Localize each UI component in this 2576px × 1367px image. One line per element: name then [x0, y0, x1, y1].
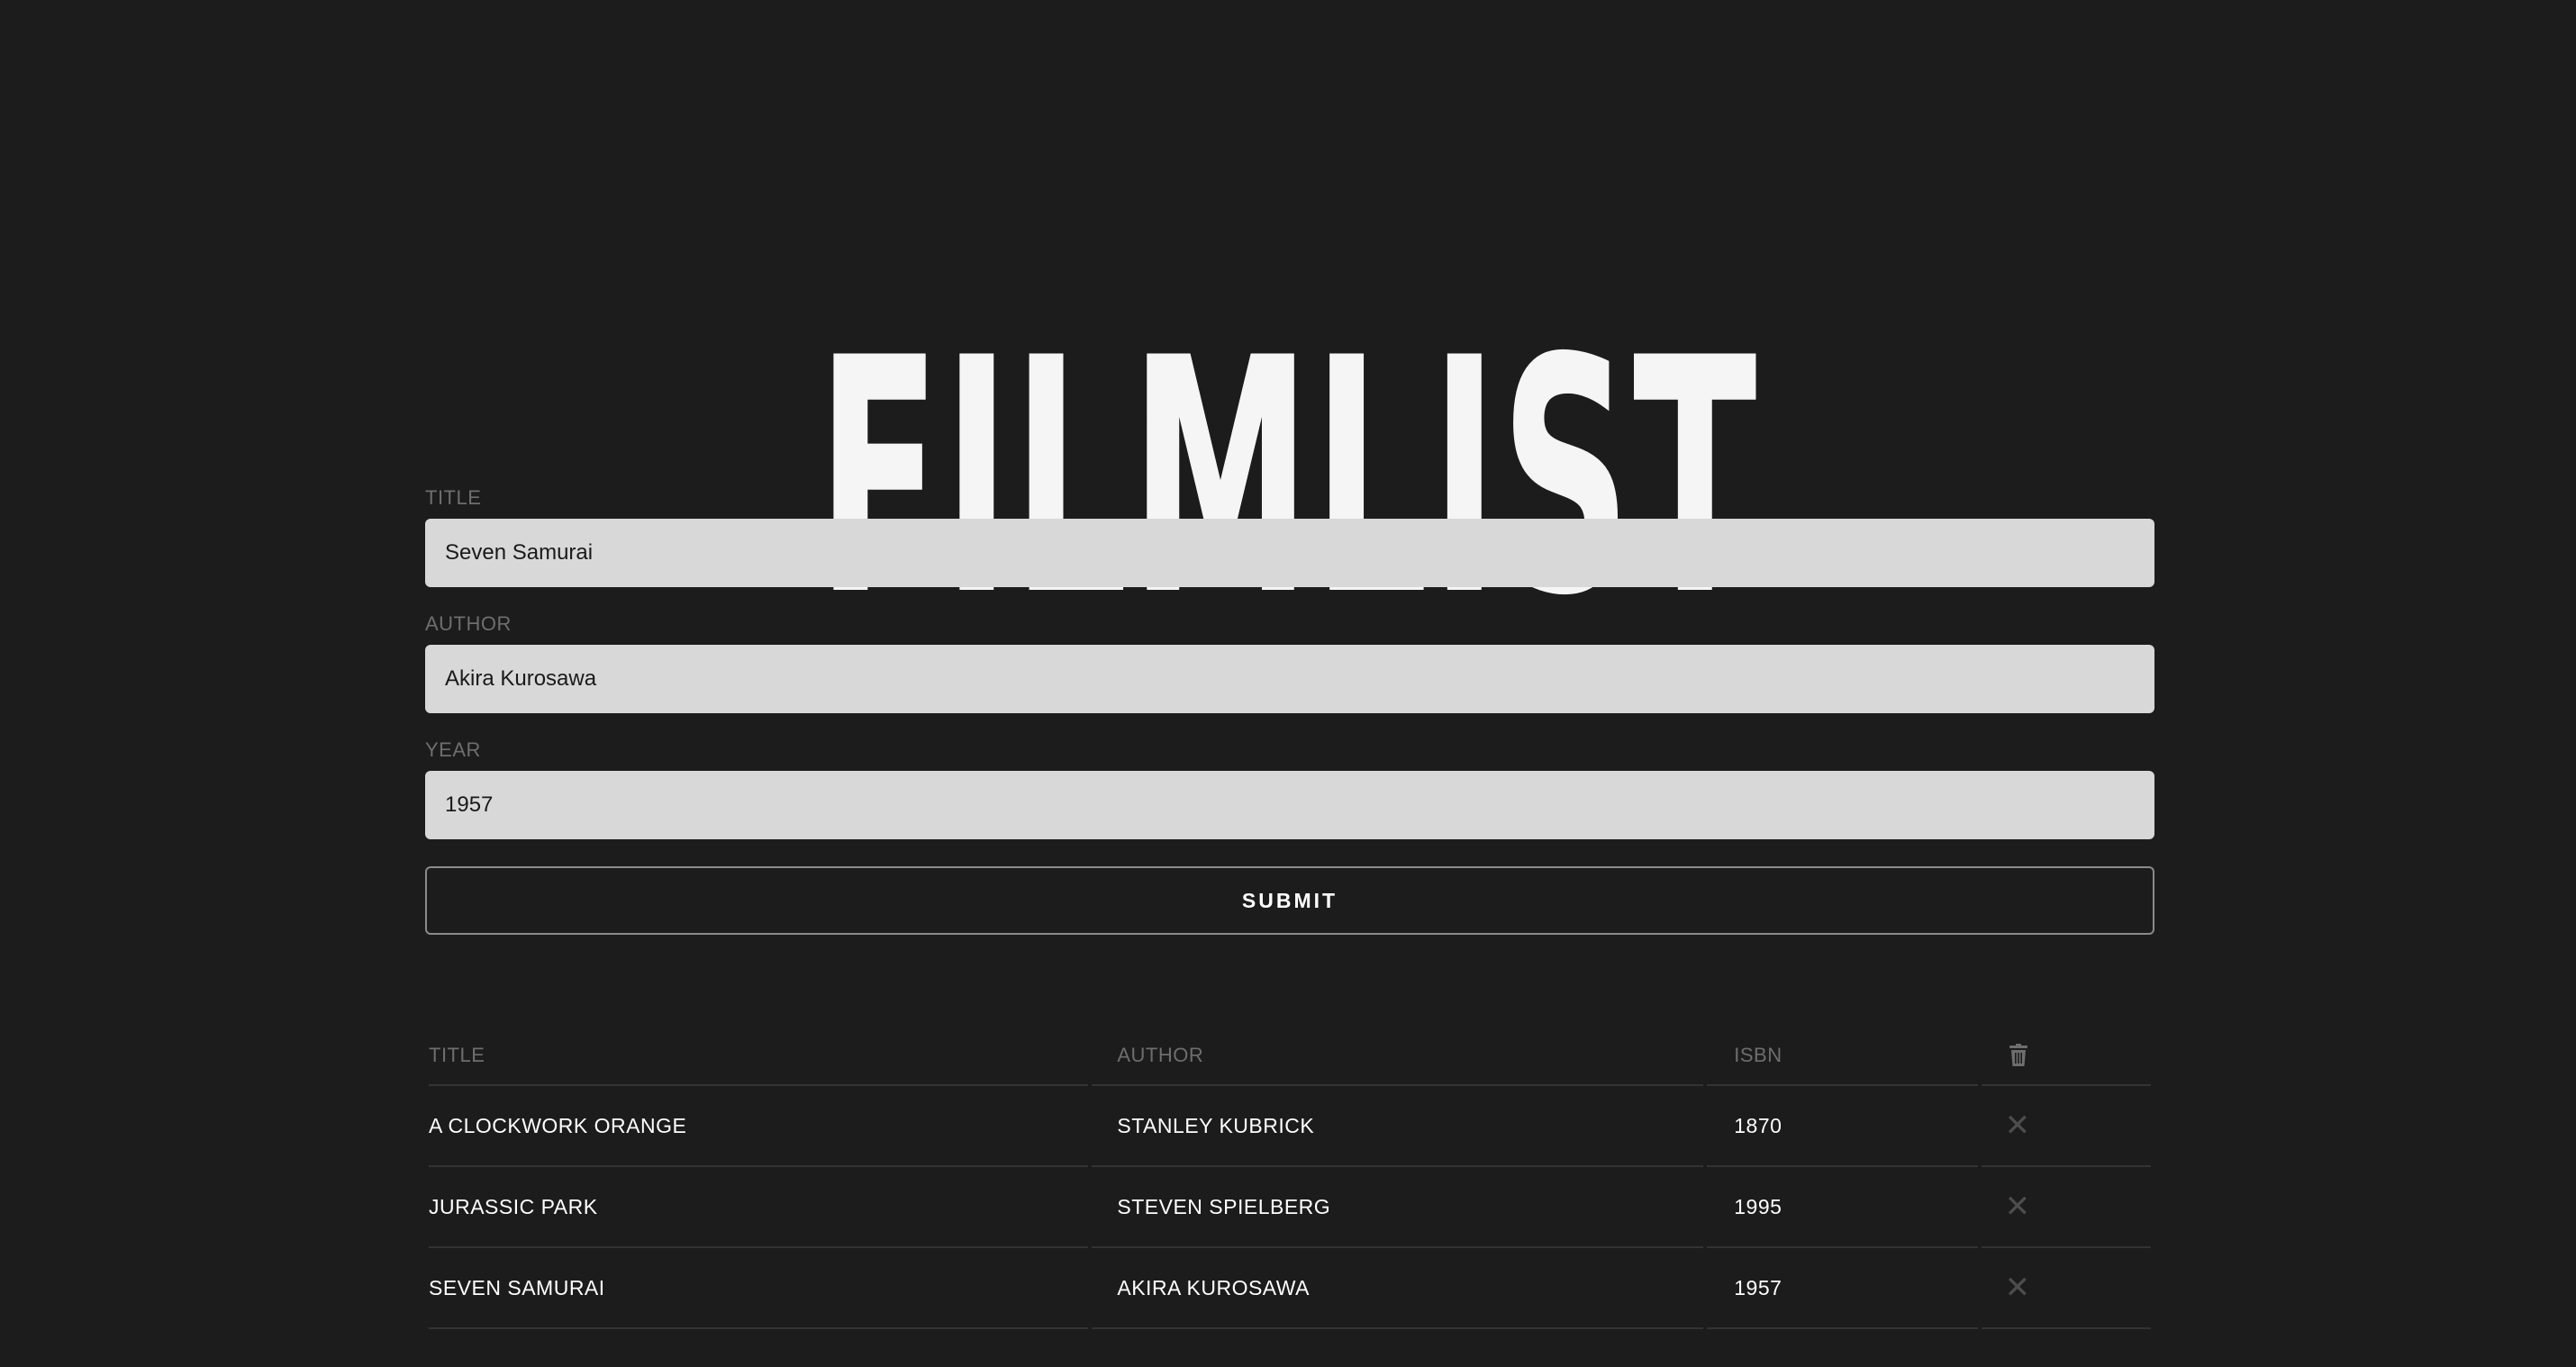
- column-header-title: TITLE: [429, 1027, 1089, 1086]
- row-author-cell: STEVEN SPIELBERG: [1092, 1167, 1704, 1248]
- films-table: TITLE AUTHOR ISBN A CLOCKWORK ORANGE STA…: [425, 1027, 2154, 1329]
- table-row: SEVEN SAMURAI AKIRA KUROSAWA 1957 ✕: [429, 1248, 2151, 1329]
- year-field-label: YEAR: [425, 738, 481, 761]
- delete-icon[interactable]: ✕: [2005, 1191, 2031, 1222]
- title-input[interactable]: [425, 519, 2154, 587]
- author-input[interactable]: [425, 645, 2154, 713]
- row-isbn-cell: 1995: [1707, 1167, 1978, 1248]
- film-form: TITLE AUTHOR YEAR SUBMIT: [425, 486, 2154, 935]
- row-title-cell: JURASSIC PARK: [429, 1167, 1089, 1248]
- delete-icon[interactable]: ✕: [2005, 1110, 2031, 1141]
- author-field-group: AUTHOR: [425, 612, 2154, 713]
- column-header-isbn: ISBN: [1707, 1027, 1978, 1086]
- table-row: A CLOCKWORK ORANGE STANLEY KUBRICK 1870 …: [429, 1086, 2151, 1167]
- author-field-label: AUTHOR: [425, 612, 512, 635]
- row-isbn-cell: 1870: [1707, 1086, 1978, 1167]
- row-action-cell: ✕: [1981, 1248, 2151, 1329]
- row-author-cell: AKIRA KUROSAWA: [1092, 1248, 1704, 1329]
- trash-icon: [2009, 1044, 2151, 1067]
- table-row: JURASSIC PARK STEVEN SPIELBERG 1995 ✕: [429, 1167, 2151, 1248]
- year-field-group: YEAR: [425, 738, 2154, 839]
- row-author-cell: STANLEY KUBRICK: [1092, 1086, 1704, 1167]
- year-input[interactable]: [425, 771, 2154, 839]
- column-header-delete: [1981, 1027, 2151, 1086]
- column-header-author: AUTHOR: [1092, 1027, 1704, 1086]
- row-title-cell: A CLOCKWORK ORANGE: [429, 1086, 1089, 1167]
- row-action-cell: ✕: [1981, 1086, 2151, 1167]
- row-title-cell: SEVEN SAMURAI: [429, 1248, 1089, 1329]
- table-header-row: TITLE AUTHOR ISBN: [429, 1027, 2151, 1086]
- row-action-cell: ✕: [1981, 1167, 2151, 1248]
- title-field-label: TITLE: [425, 486, 482, 509]
- row-isbn-cell: 1957: [1707, 1248, 1978, 1329]
- submit-button[interactable]: SUBMIT: [425, 866, 2154, 935]
- title-field-group: TITLE: [425, 486, 2154, 587]
- delete-icon[interactable]: ✕: [2005, 1272, 2031, 1303]
- page: FILMLIST TITLE AUTHOR YEAR SUBMIT TITLE …: [0, 0, 2576, 1367]
